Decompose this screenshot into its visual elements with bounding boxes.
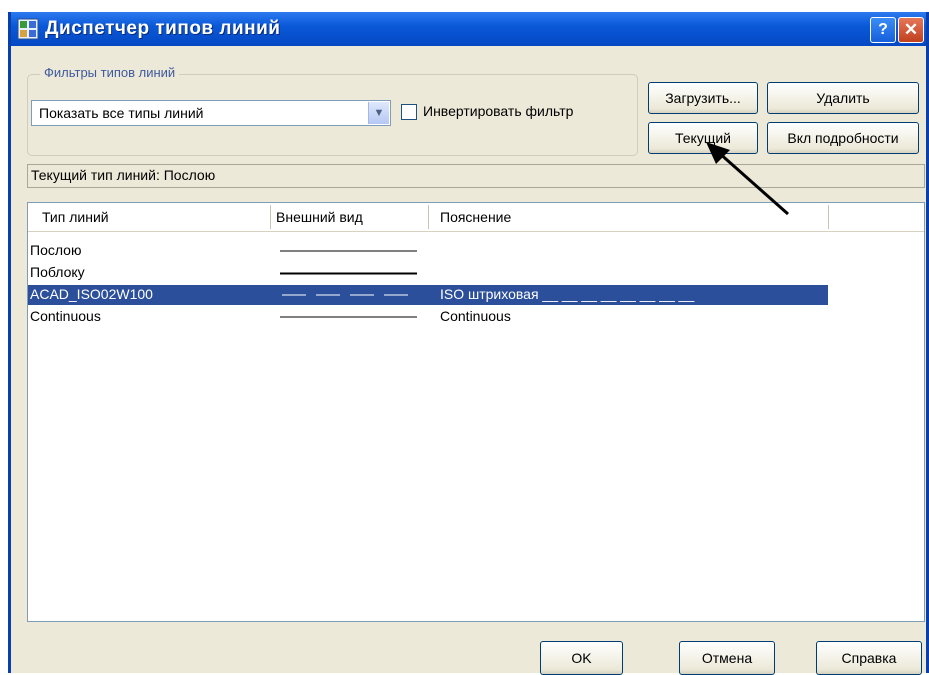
column-divider[interactable]	[428, 205, 429, 229]
list-row[interactable]: Послою	[28, 241, 828, 261]
chevron-down-icon[interactable]: ▼	[368, 102, 389, 124]
window-title: Диспетчер типов линий	[45, 18, 281, 39]
linetype-name: Поблоку	[30, 264, 85, 280]
column-header-linetype[interactable]: Тип линий	[42, 203, 109, 231]
linetype-manager-dialog: Диспетчер типов линий ? ✕ Фильтры типов …	[8, 12, 929, 675]
load-button[interactable]: Загрузить...	[648, 82, 758, 114]
list-row[interactable]: Continuous Continuous	[28, 307, 828, 327]
linetype-filter-dropdown[interactable]: Показать все типы линий ▼	[31, 100, 391, 126]
current-linetype-label: Текущий тип линий: Послою	[31, 167, 216, 183]
linetype-description: ISO штриховая __ __ __ __ __ __ __ __	[440, 286, 695, 302]
list-row-selected[interactable]: ACAD_ISO02W100 ISO штриховая __ __ __ __…	[28, 285, 828, 305]
linetype-preview	[280, 250, 417, 252]
column-divider[interactable]	[270, 205, 271, 229]
invert-filter-checkbox[interactable]	[401, 104, 417, 120]
linetype-name: Continuous	[30, 308, 101, 324]
linetype-preview	[280, 316, 417, 318]
linetype-preview	[280, 272, 417, 275]
linetype-description: Continuous	[440, 308, 511, 324]
help-button[interactable]: Справка	[816, 641, 922, 675]
linetype-name: ACAD_ISO02W100	[30, 286, 153, 302]
close-icon[interactable]: ✕	[898, 17, 924, 43]
invert-filter-label: Инвертировать фильтр	[423, 103, 574, 119]
linetype-preview	[282, 294, 415, 296]
list-row[interactable]: Поблоку	[28, 263, 828, 283]
ok-button[interactable]: OK	[540, 641, 623, 675]
filter-selected-value: Показать все типы линий	[39, 105, 204, 121]
help-icon[interactable]: ?	[870, 17, 896, 43]
column-header-description[interactable]: Пояснение	[440, 203, 511, 231]
title-bar[interactable]: Диспетчер типов линий ? ✕	[11, 12, 926, 46]
annotation-arrow-icon	[706, 142, 789, 216]
delete-button[interactable]: Удалить	[767, 82, 919, 114]
linetype-manager-icon	[17, 18, 39, 40]
filters-legend: Фильтры типов линий	[40, 65, 180, 80]
column-header-appearance[interactable]: Внешний вид	[276, 203, 363, 231]
cancel-button[interactable]: Отмена	[679, 641, 775, 675]
linetype-name: Послою	[30, 242, 82, 258]
column-divider[interactable]	[828, 205, 829, 229]
linetype-list[interactable]: Тип линий Внешний вид Пояснение Послою П…	[27, 202, 925, 622]
